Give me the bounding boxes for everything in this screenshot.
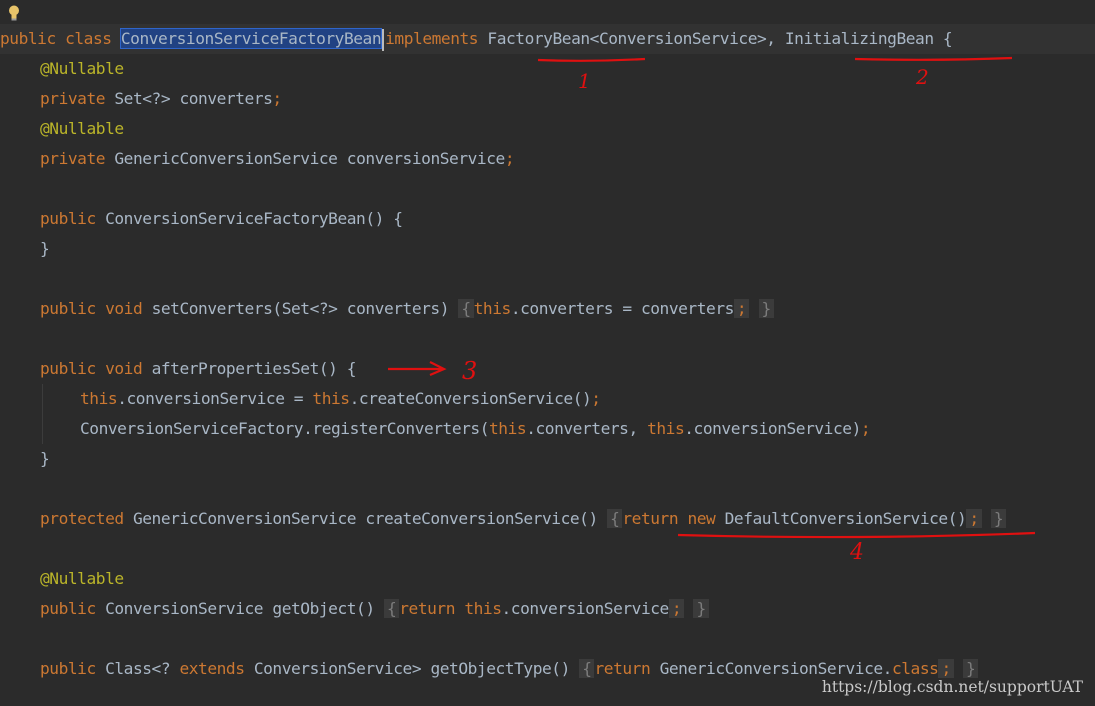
folded-open-brace[interactable]: { [579,659,595,678]
keyword-implements: implements [385,29,479,48]
code-line-register-converters[interactable]: ConversionServiceFactory.registerConvert… [80,414,871,444]
annotation-mark-1: 1 [578,69,591,93]
keyword-return: return [399,599,456,618]
type-initializingbean[interactable]: InitializingBean [785,29,934,48]
annotation-mark-2: 2 [915,65,929,89]
return-type: Class<? [105,659,171,678]
code-line-afterpropertiesset[interactable]: public void afterPropertiesSet() { [40,354,357,384]
semicolon: ; [591,389,601,408]
arrow-afterpropertiesset [388,361,447,377]
constructor-signature: ConversionServiceFactoryBean() { [105,209,403,228]
indent-guide [42,384,43,444]
keyword-extends: extends [179,659,245,678]
code-line-setconverters[interactable]: public void setConverters(Set<?> convert… [40,294,774,324]
statement-part: .converters, [526,419,638,438]
folded-close-brace[interactable]: } [693,599,709,618]
annotation-nullable: @Nullable [40,59,124,78]
field-name: converters [179,89,273,108]
watermark-text: https://blog.csdn.net/supportUAT [821,678,1083,696]
keyword-private: private [40,149,106,168]
code-line-annotation[interactable]: @Nullable [40,54,124,84]
code-line-annotation[interactable]: @Nullable [40,564,124,594]
close-brace: } [40,449,50,468]
code-editor[interactable]: public class ConversionServiceFactoryBea… [0,0,1095,706]
code-line-getobject[interactable]: public ConversionService getObject() {re… [40,594,709,624]
code-line-conversionservice-field[interactable]: private GenericConversionService convers… [40,144,515,174]
keyword-public: public [40,599,96,618]
type-generic: <ConversionService>, [589,29,776,48]
statement-part: .conversionService = [117,389,313,408]
close-brace: } [40,239,50,258]
code-line-class-declaration[interactable]: public class ConversionServiceFactoryBea… [0,24,1095,54]
method-signature: GenericConversionService createConversio… [132,509,598,528]
keyword-protected: protected [40,509,124,528]
semicolon: ; [733,299,750,318]
keyword-public: public [40,359,96,378]
keyword-public: public [0,29,56,48]
code-line-close-brace[interactable]: } [40,444,50,474]
semicolon: ; [272,89,282,108]
underline-initializingbean [854,56,1013,61]
method-signature: setConverters(Set<?> converters) [151,299,450,318]
code-line-annotation[interactable]: @Nullable [40,114,124,144]
code-line-createconversionservice[interactable]: protected GenericConversionService creat… [40,504,1007,534]
keyword-void: void [105,299,143,318]
field-type: Set<?> [114,89,171,108]
semicolon: ; [668,599,685,618]
folded-open-brace[interactable]: { [383,599,400,618]
field-name: conversionService [346,149,505,168]
keyword-public: public [40,209,96,228]
annotation-nullable: @Nullable [40,119,124,138]
keyword-private: private [40,89,106,108]
code-line-converters-field[interactable]: private Set<?> converters; [40,84,282,114]
keyword-this: this [489,419,527,438]
method-body: DefaultConversionService() [724,509,967,528]
folded-close-brace[interactable]: } [963,659,979,678]
keyword-public: public [40,299,96,318]
semicolon: ; [860,419,871,438]
statement-part: .createConversionService() [349,389,592,408]
open-brace: { [942,29,953,48]
folded-open-brace[interactable]: { [607,509,623,528]
semicolon: ; [504,149,515,168]
semicolon: ; [938,659,954,678]
method-signature: ConversionService getObject() [105,599,375,618]
keyword-return: return [622,509,679,528]
keyword-new: new [687,509,716,528]
method-body: .converters = converters [510,299,735,318]
folded-close-brace[interactable]: } [990,509,1007,528]
keyword-this: this [464,599,502,618]
keyword-this: this [647,419,685,438]
code-line-close-brace[interactable]: } [40,234,50,264]
lightbulb-icon[interactable] [6,4,22,22]
keyword-class: class [65,29,112,48]
annotation-mark-3: 3 [462,357,477,385]
statement-part: .conversionService) [684,419,861,438]
code-line-assign-conversionservice[interactable]: this.conversionService = this.createConv… [80,384,601,414]
method-body: GenericConversionService. [659,659,893,678]
type-factorybean[interactable]: FactoryBean [487,29,590,48]
folded-close-brace[interactable]: } [758,299,774,318]
statement-part: ConversionServiceFactory.registerConvert… [80,419,490,438]
underline-factorybean [537,57,646,62]
method-signature: afterPropertiesSet() { [151,359,357,378]
text-caret [382,28,385,51]
selected-class-name[interactable]: ConversionServiceFactoryBean [119,28,383,49]
annotation-mark-4: 4 [849,540,864,565]
method-body: .conversionService [501,599,670,618]
keyword-this: this [473,299,512,318]
keyword-this: this [80,389,118,408]
folded-open-brace[interactable]: { [458,299,474,318]
keyword-void: void [105,359,143,378]
keyword-this: this [312,389,350,408]
field-type: GenericConversionService [114,149,338,168]
keyword-return: return [594,659,651,678]
keyword-class: class [891,659,939,678]
method-signature: ConversionService> getObjectType() [253,659,571,678]
annotation-nullable: @Nullable [40,569,124,588]
keyword-public: public [40,659,96,678]
code-line-constructor[interactable]: public ConversionServiceFactoryBean() { [40,204,403,234]
semicolon: ; [966,509,982,528]
